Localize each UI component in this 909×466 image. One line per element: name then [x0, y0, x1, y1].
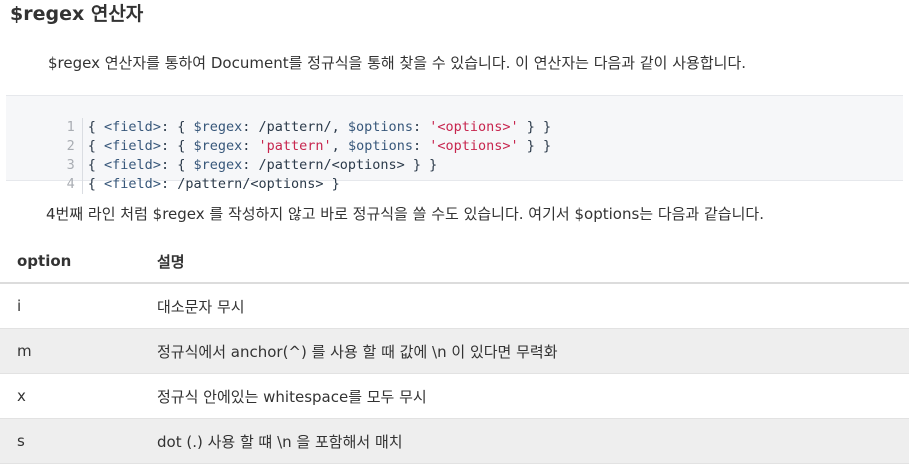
code-text: { <field>: /pattern/<options> } — [87, 176, 340, 192]
description-cell: 대소문자 무시 — [157, 297, 245, 316]
header-description: 설명 — [157, 252, 185, 271]
note-paragraph: 4번째 라인 처럼 $regex 를 작성하지 않고 바로 정규식을 쓸 수도 … — [46, 205, 764, 223]
description-cell: 정규식에서 anchor(^) 를 사용 할 때 값에 \n 이 있다면 무력화 — [157, 342, 558, 361]
document-page: $regex 연산자 $regex 연산자를 통하여 Document를 정규식… — [0, 0, 909, 466]
section-heading: $regex 연산자 — [10, 3, 144, 25]
table-row: i 대소문자 무시 — [0, 283, 909, 329]
option-cell: s — [17, 432, 25, 450]
code-line-2: 2{ <field>: { $regex: 'pattern', $option… — [6, 118, 551, 156]
description-cell: dot (.) 사용 할 떄 \n 을 포함해서 매치 — [157, 432, 403, 451]
option-cell: i — [17, 297, 22, 315]
intro-paragraph: $regex 연산자를 통하여 Document를 정규식을 통해 찾을 수 있… — [48, 54, 747, 72]
code-line-3: 3{ <field>: { $regex: /pattern/<options>… — [6, 137, 437, 175]
description-cell: 정규식 안에있는 whitespace를 모두 무시 — [157, 387, 427, 406]
option-cell: m — [17, 342, 32, 360]
code-block: 1{ <field>: { $regex: /pattern/, $option… — [6, 95, 903, 194]
table-header-row: option 설명 — [0, 240, 909, 283]
header-option: option — [17, 252, 72, 270]
table-row: x 정규식 안에있는 whitespace를 모두 무시 — [0, 374, 909, 419]
table-row: s dot (.) 사용 할 떄 \n 을 포함해서 매치 — [0, 418, 909, 464]
options-table: option 설명 i 대소문자 무시 m 정규식에서 anchor(^) 를 … — [0, 240, 909, 464]
code-line-4: 4 { <field>: /pattern/<options> } — [6, 156, 340, 194]
table-row: m 정규식에서 anchor(^) 를 사용 할 때 값에 \n 이 있다면 무… — [0, 328, 909, 374]
option-cell: x — [17, 387, 26, 405]
line-number: 4 — [66, 176, 75, 192]
code-line-1: 1{ <field>: { $regex: /pattern/, $option… — [6, 99, 551, 137]
